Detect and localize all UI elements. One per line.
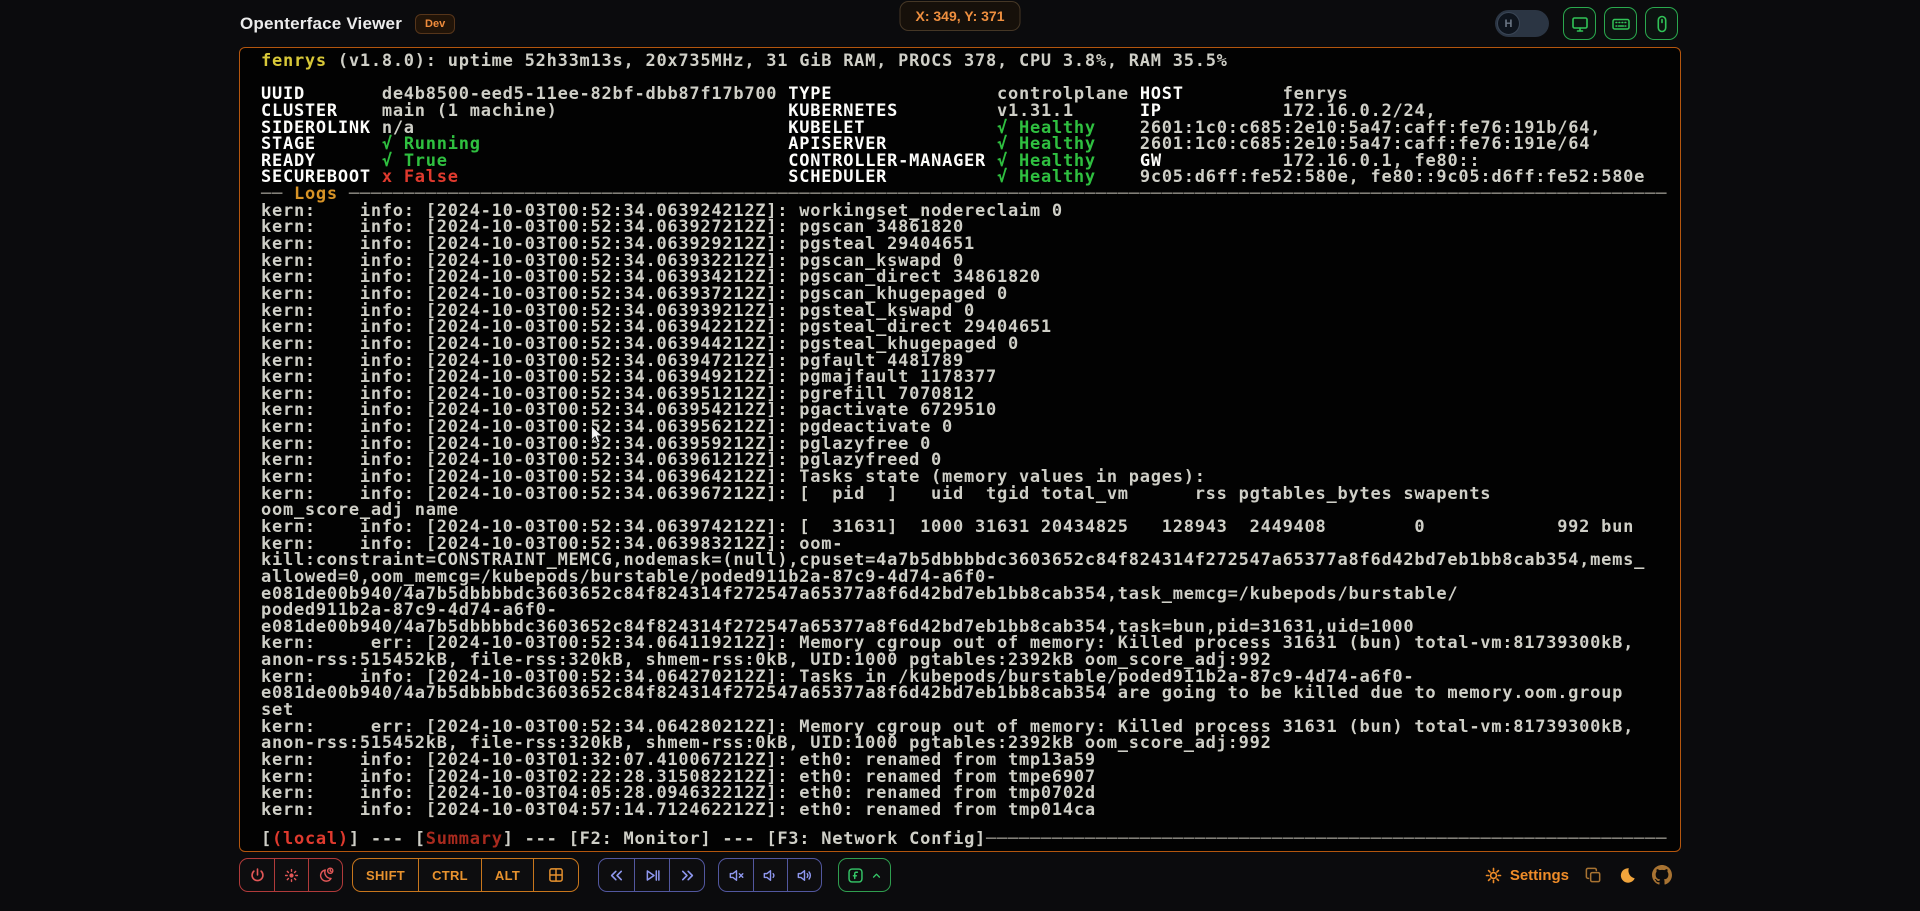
brightness-button[interactable] xyxy=(274,859,308,891)
github-cat-icon xyxy=(1652,865,1672,885)
mouse-icon xyxy=(1652,14,1672,34)
app-window: { "topbar": { "title": "Openterface View… xyxy=(0,0,1920,911)
app-title: Openterface Viewer xyxy=(240,14,402,34)
volume-low-icon xyxy=(761,866,780,885)
volume-controls-group xyxy=(718,858,822,892)
sun-icon xyxy=(282,866,301,885)
power-group xyxy=(239,858,343,892)
chevrons-left-icon xyxy=(607,866,626,885)
copy-button[interactable] xyxy=(1584,866,1603,885)
github-button[interactable] xyxy=(1652,865,1672,885)
volume-down-button[interactable] xyxy=(753,859,787,891)
monitor-icon xyxy=(1570,14,1590,34)
alt-key-button[interactable]: ALT xyxy=(481,859,533,891)
title-bar: Openterface Viewer Dev X: 349, Y: 371 H xyxy=(0,0,1920,47)
hid-toggle-knob: H xyxy=(1497,12,1520,35)
chevrons-right-icon xyxy=(678,866,697,885)
modifier-keys-group: SHIFT CTRL ALT xyxy=(352,858,579,892)
settings-label: Settings xyxy=(1510,867,1569,884)
volume-mute-icon xyxy=(727,866,746,885)
function-keys-group xyxy=(838,858,891,892)
hid-toggle[interactable]: H xyxy=(1495,10,1549,37)
gear-icon xyxy=(1484,866,1503,885)
play-pause-icon xyxy=(643,866,662,885)
terminal-line: kern: info: [2024-10-03T00:52:34.0639672… xyxy=(250,486,1676,503)
moon-icon xyxy=(1618,866,1637,885)
keyboard-button[interactable] xyxy=(1604,7,1637,40)
grid-icon xyxy=(547,866,565,884)
terminal-output: fenrys (v1.8.0): uptime 52h33m13s, 20x73… xyxy=(240,48,1680,851)
monitor-button[interactable] xyxy=(1563,7,1596,40)
control-toolbar: SHIFT CTRL ALT xyxy=(239,856,1681,894)
key-grid-button[interactable] xyxy=(533,859,578,891)
mouse-button[interactable] xyxy=(1645,7,1678,40)
settings-button[interactable]: Settings xyxy=(1484,866,1569,885)
terminal-line: e081de00b940/4a7b5dbbbbdc3603652c84f8243… xyxy=(250,685,1676,702)
fast-forward-button[interactable] xyxy=(669,859,704,891)
media-controls-group xyxy=(598,858,705,892)
sleep-button[interactable] xyxy=(308,859,342,891)
shift-key-button[interactable]: SHIFT xyxy=(353,859,418,891)
function-keys-button[interactable] xyxy=(839,859,890,891)
rewind-button[interactable] xyxy=(599,859,634,891)
dark-mode-button[interactable] xyxy=(1618,866,1637,885)
terminal-status-line: [(local)] --- [Summary] --- [F2: Monitor… xyxy=(250,831,1667,848)
moon-clock-icon xyxy=(316,866,335,885)
power-button[interactable] xyxy=(240,859,274,891)
remote-screen[interactable]: fenrys (v1.8.0): uptime 52h33m13s, 20x73… xyxy=(239,47,1681,852)
fn-key-icon xyxy=(846,866,865,885)
copy-icon xyxy=(1584,866,1603,885)
volume-high-icon xyxy=(795,866,814,885)
mute-button[interactable] xyxy=(719,859,753,891)
terminal-line: kern: info: [2024-10-03T04:57:14.7124622… xyxy=(250,802,1676,819)
play-pause-button[interactable] xyxy=(634,859,669,891)
keyboard-icon xyxy=(1611,14,1631,34)
terminal-line: fenrys (v1.8.0): uptime 52h33m13s, 20x73… xyxy=(250,53,1676,70)
ctrl-key-button[interactable]: CTRL xyxy=(418,859,481,891)
volume-up-button[interactable] xyxy=(787,859,821,891)
toolbar-right-section: Settings xyxy=(1484,865,1681,885)
mouse-coordinates-badge: X: 349, Y: 371 xyxy=(900,1,1021,31)
power-icon xyxy=(248,866,267,885)
dev-badge: Dev xyxy=(415,14,455,34)
chevron-up-icon xyxy=(870,869,883,882)
